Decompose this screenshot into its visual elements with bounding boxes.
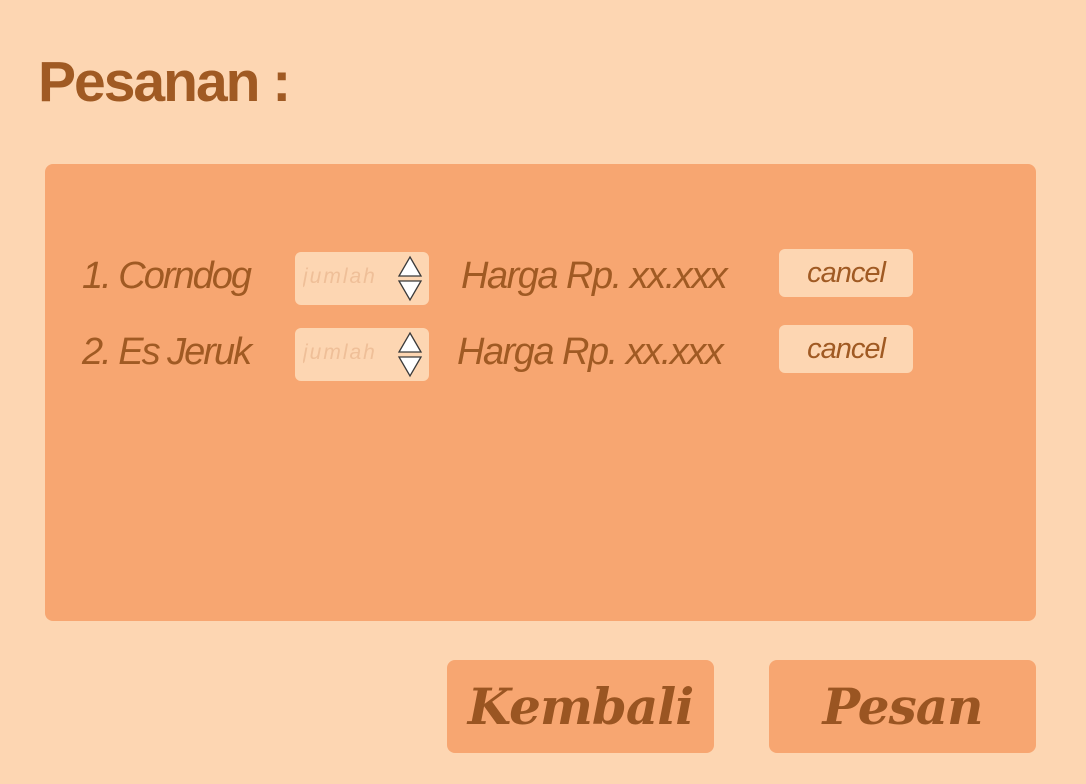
quantity-stepper (295, 328, 429, 381)
order-item-es-jeruk: 2. Es Jeruk Harga Rp. xx.xxx cancel (45, 324, 1036, 381)
order-item-corndog: 1. Corndog Harga Rp. xx.xxx cancel (45, 248, 1036, 305)
triangle-down-icon[interactable] (397, 279, 423, 303)
back-button[interactable]: Kembali (447, 660, 714, 753)
triangle-up-icon[interactable] (397, 331, 423, 355)
quantity-stepper (295, 252, 429, 305)
item-price: Harga Rp. xx.xxx (461, 255, 728, 297)
item-name: 1. Corndog (82, 255, 252, 297)
quantity-input[interactable] (303, 340, 395, 366)
item-price: Harga Rp. xx.xxx (457, 331, 724, 373)
order-button[interactable]: Pesan (769, 660, 1036, 753)
quantity-input[interactable] (303, 264, 395, 290)
cancel-button[interactable]: cancel (779, 325, 913, 373)
item-name: 2. Es Jeruk (82, 331, 252, 373)
cancel-button[interactable]: cancel (779, 249, 913, 297)
page-title: Pesanan : (38, 50, 291, 114)
triangle-up-icon[interactable] (397, 255, 423, 279)
triangle-down-icon[interactable] (397, 355, 423, 379)
order-panel: 1. Corndog Harga Rp. xx.xxx cancel 2. Es… (45, 164, 1036, 621)
